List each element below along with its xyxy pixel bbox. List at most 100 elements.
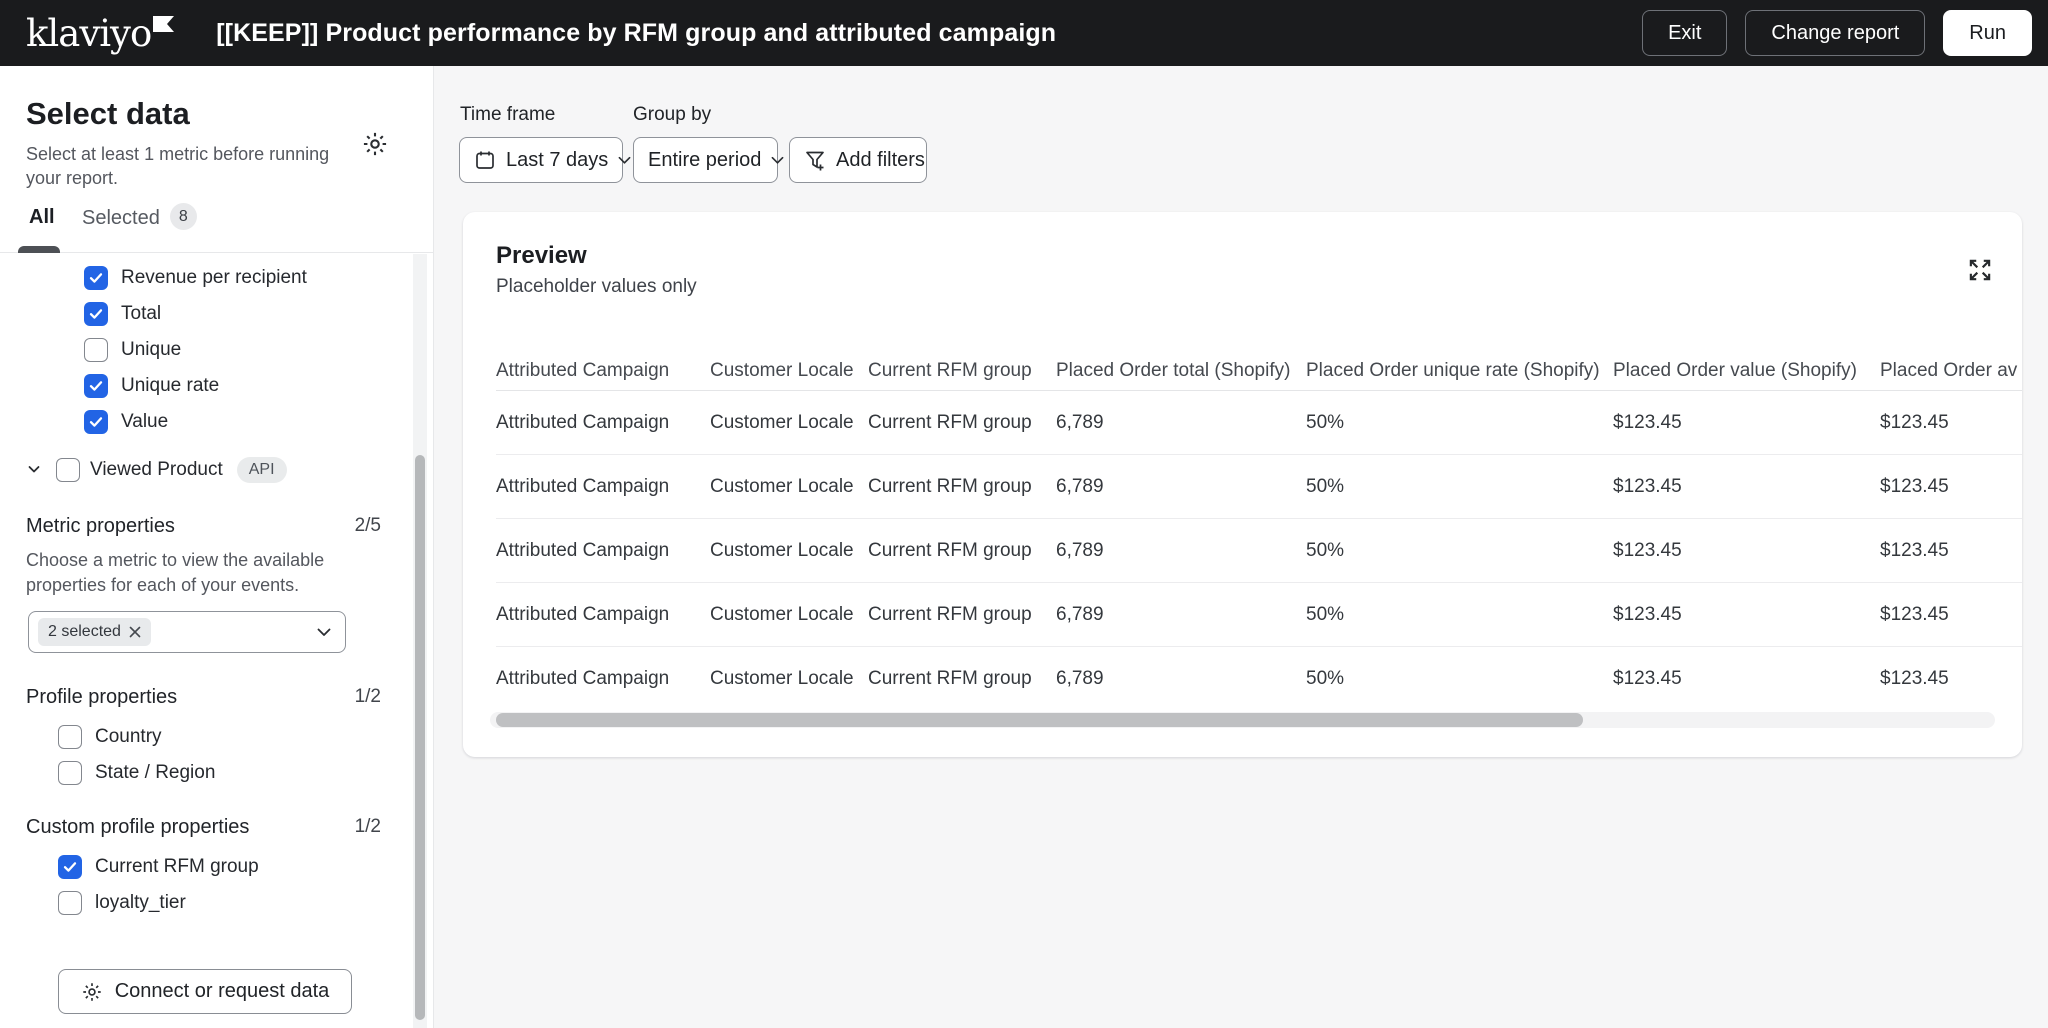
profile-option-country[interactable]: Country — [0, 719, 433, 755]
time-frame-label: Time frame — [460, 104, 555, 126]
checkbox-country[interactable] — [58, 725, 82, 749]
table-cell: Current RFM group — [868, 604, 1056, 626]
table-cell: 6,789 — [1056, 412, 1306, 434]
table-cell: 6,789 — [1056, 476, 1306, 498]
checkbox-current-rfm-group[interactable] — [58, 855, 82, 879]
table-cell: Current RFM group — [868, 412, 1056, 434]
panel-subtitle: Select at least 1 metric before running … — [26, 142, 348, 190]
chevron-down-icon — [618, 156, 631, 165]
tab-selected[interactable]: Selected 8 — [82, 206, 197, 230]
column-header: Current RFM group — [868, 360, 1056, 382]
filter-plus-icon — [804, 149, 826, 172]
table-cell: 50% — [1306, 540, 1613, 562]
custom-profile-properties-count: 1/2 — [355, 816, 381, 838]
api-badge: API — [237, 457, 287, 483]
table-cell: 6,789 — [1056, 540, 1306, 562]
profile-option-state-region[interactable]: State / Region — [0, 755, 433, 791]
change-report-button[interactable]: Change report — [1745, 10, 1925, 56]
table-cell: Customer Locale — [710, 476, 868, 498]
gear-icon — [81, 981, 103, 1003]
time-frame-select[interactable]: Last 7 days — [459, 137, 623, 183]
table-cell: $123.45 — [1613, 604, 1880, 626]
table-cell: $123.45 — [1613, 668, 1880, 690]
custom-option-loyalty-tier[interactable]: loyalty_tier — [0, 885, 433, 921]
checkbox-unique-rate[interactable] — [84, 374, 108, 398]
metric-option-total[interactable]: Total — [0, 296, 433, 332]
table-cell: $123.45 — [1613, 412, 1880, 434]
table-cell: Customer Locale — [710, 668, 868, 690]
tab-all[interactable]: All — [29, 206, 55, 229]
custom-profile-properties-heading: Custom profile properties 1/2 — [0, 813, 433, 841]
custom-option-current-rfm-group[interactable]: Current RFM group — [0, 849, 433, 885]
metric-option-revenue-per-recipient[interactable]: Revenue per recipient — [0, 260, 433, 296]
sidebar-tabs: All Selected 8 — [0, 200, 433, 253]
exit-button[interactable]: Exit — [1642, 10, 1727, 56]
column-header: Placed Order unique rate (Shopify) — [1306, 360, 1613, 382]
column-header: Attributed Campaign — [496, 360, 710, 382]
metric-properties-count: 2/5 — [355, 515, 381, 537]
column-header: Customer Locale — [710, 360, 868, 382]
sidebar-scrollbar-track[interactable] — [413, 254, 427, 1028]
metric-option-unique-rate[interactable]: Unique rate — [0, 368, 433, 404]
table-cell: $123.45 — [1613, 540, 1880, 562]
klaviyo-flag-icon — [153, 16, 174, 32]
klaviyo-logo[interactable]: klaviyo — [26, 15, 174, 52]
add-filters-button[interactable]: Add filters — [789, 137, 927, 183]
report-title: [[KEEP]] Product performance by RFM grou… — [216, 19, 1056, 48]
checkbox-total[interactable] — [84, 302, 108, 326]
table-cell: 6,789 — [1056, 604, 1306, 626]
metric-properties-heading: Metric properties 2/5 — [0, 512, 433, 540]
checkbox-unique[interactable] — [84, 338, 108, 362]
table-row: Attributed Campaign Customer Locale Curr… — [496, 582, 2022, 646]
table-cell: 50% — [1306, 668, 1613, 690]
run-button[interactable]: Run — [1943, 10, 2032, 56]
table-cell: Attributed Campaign — [496, 604, 710, 626]
table-cell: 50% — [1306, 476, 1613, 498]
table-cell: Attributed Campaign — [496, 476, 710, 498]
chip-clear-icon[interactable] — [129, 626, 141, 638]
table-cell: $123.45 — [1880, 476, 2022, 498]
connect-or-request-data-button[interactable]: Connect or request data — [58, 969, 352, 1014]
chevron-down-icon[interactable] — [26, 461, 44, 479]
checkbox-value[interactable] — [84, 410, 108, 434]
metric-option-unique[interactable]: Unique — [0, 332, 433, 368]
column-header: Placed Order value (Shopify) — [1613, 360, 1880, 382]
checkbox-loyalty-tier[interactable] — [58, 891, 82, 915]
checkbox-viewed-product[interactable] — [56, 458, 80, 482]
table-cell: Attributed Campaign — [496, 412, 710, 434]
metric-viewed-product[interactable]: Viewed Product API — [0, 452, 433, 488]
sidebar-scrollbar-thumb[interactable] — [415, 455, 425, 1020]
panel-title: Select data — [26, 96, 190, 132]
preview-horizontal-scrollbar-thumb[interactable] — [496, 713, 1583, 727]
preview-subtitle: Placeholder values only — [496, 276, 697, 298]
table-cell: 50% — [1306, 604, 1613, 626]
profile-properties-count: 1/2 — [355, 686, 381, 708]
table-cell: Attributed Campaign — [496, 540, 710, 562]
table-cell: Attributed Campaign — [496, 668, 710, 690]
group-by-select[interactable]: Entire period — [633, 137, 778, 183]
selected-chip: 2 selected — [38, 618, 151, 646]
table-cell: $123.45 — [1613, 476, 1880, 498]
table-row: Attributed Campaign Customer Locale Curr… — [496, 390, 2022, 454]
table-cell: Customer Locale — [710, 604, 868, 626]
settings-gear-icon[interactable] — [361, 130, 389, 158]
select-data-panel: Select data Select at least 1 metric bef… — [0, 66, 434, 1028]
column-header: Placed Order total (Shopify) — [1056, 360, 1306, 382]
preview-title: Preview — [496, 242, 587, 270]
metric-option-value[interactable]: Value — [0, 404, 433, 440]
table-cell: $123.45 — [1880, 412, 2022, 434]
column-header: Placed Order av — [1880, 360, 2022, 382]
calendar-icon — [474, 149, 496, 171]
topbar-actions: Exit Change report Run — [1642, 10, 2032, 56]
table-header-row: Attributed Campaign Customer Locale Curr… — [496, 352, 2022, 390]
metric-properties-select[interactable]: 2 selected — [28, 611, 346, 653]
metric-properties-description: Choose a metric to view the available pr… — [26, 548, 342, 598]
checkbox-state-region[interactable] — [58, 761, 82, 785]
checkbox-revenue-per-recipient[interactable] — [84, 266, 108, 290]
sidebar-scroll-area: Revenue per recipient Total Unique Uniqu… — [0, 254, 433, 1028]
table-cell: Current RFM group — [868, 668, 1056, 690]
preview-horizontal-scrollbar-track[interactable] — [490, 712, 1995, 728]
expand-icon[interactable] — [1966, 256, 1994, 284]
top-bar: klaviyo [[KEEP]] Product performance by … — [0, 0, 2048, 66]
table-cell: Customer Locale — [710, 412, 868, 434]
